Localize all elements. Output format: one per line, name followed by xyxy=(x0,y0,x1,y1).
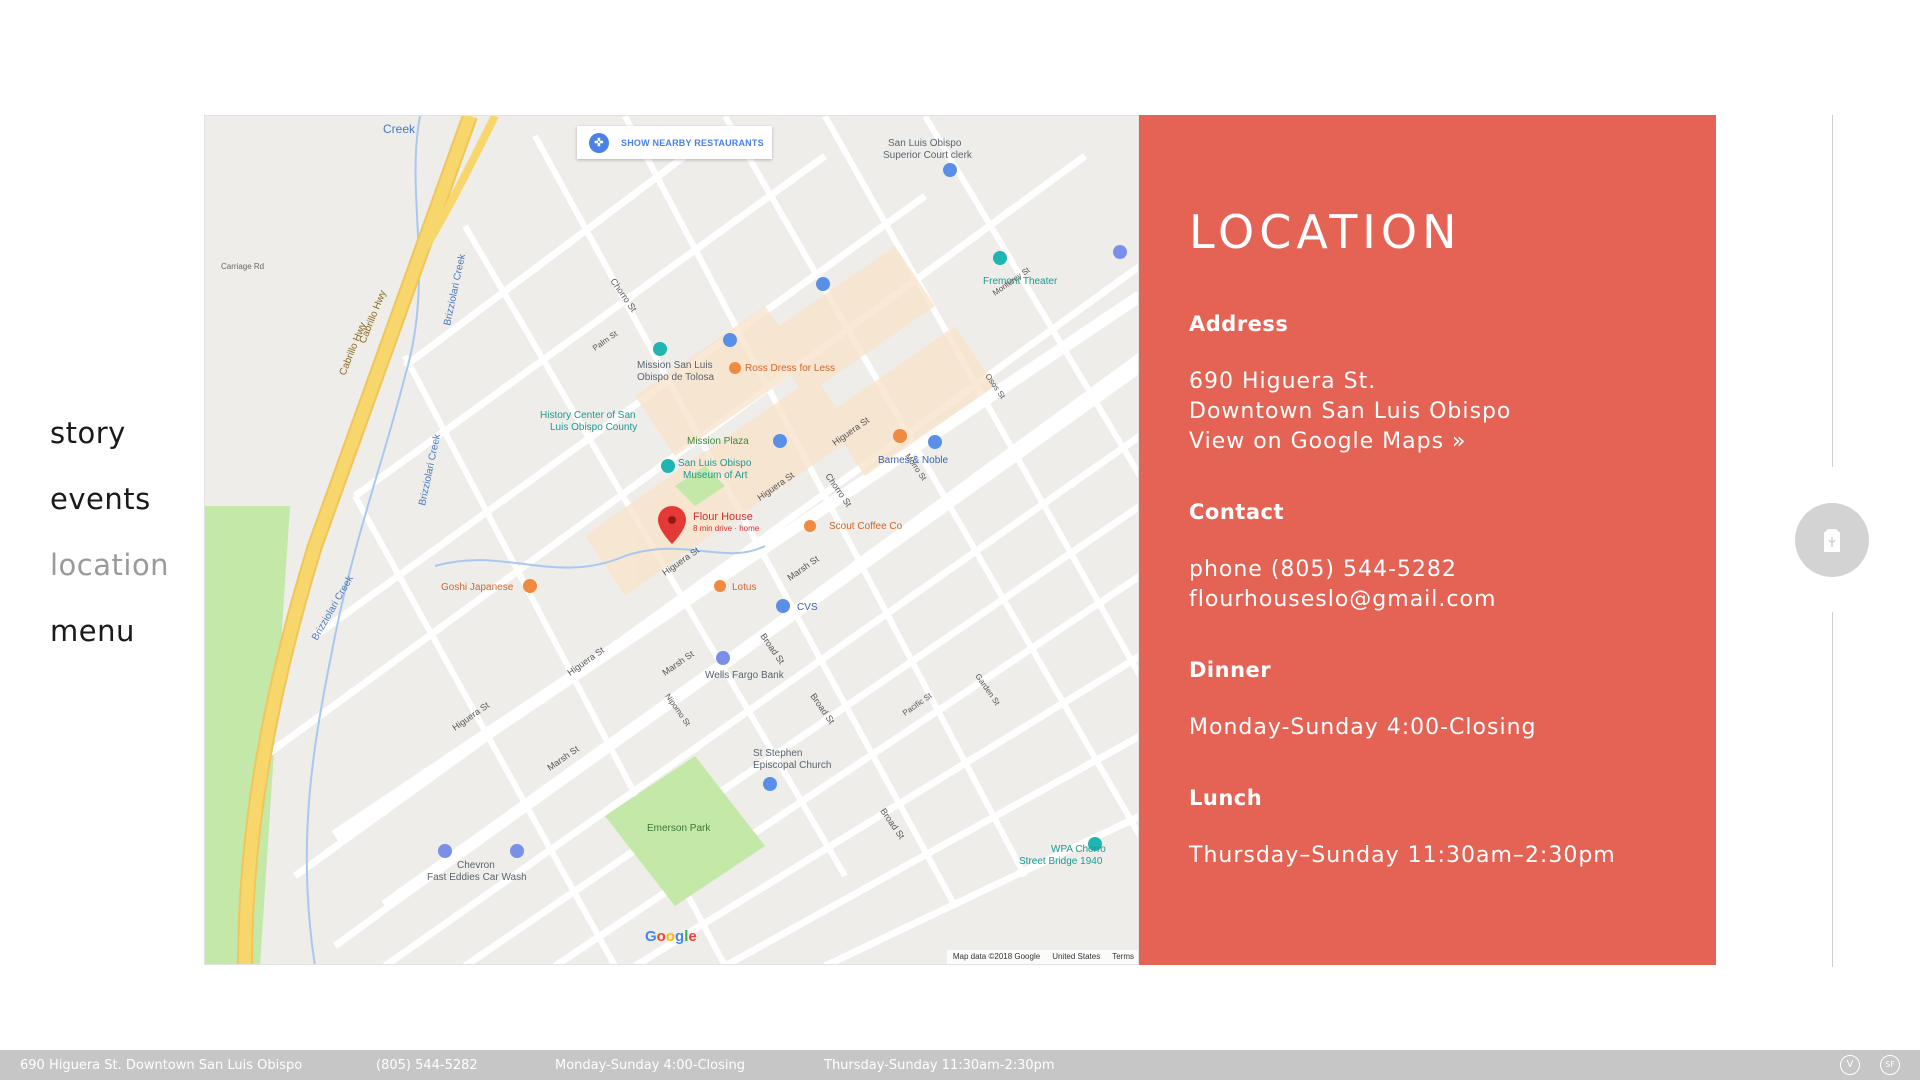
footer-phone[interactable]: (805) 544-5282 xyxy=(376,1058,478,1073)
map-label-museum1: San Luis Obispo xyxy=(678,458,752,469)
embedded-map[interactable]: Flour House 8 min drive · home Mission S… xyxy=(204,115,1139,965)
restaurant-icon: ✜ xyxy=(589,132,609,153)
map-label-fasteddies: Fast Eddies Car Wash xyxy=(427,872,527,883)
map-label-mission2: Obispo de Tolosa xyxy=(637,372,715,383)
footer-dinner-hours: Monday-Sunday 4:00-Closing xyxy=(555,1058,745,1073)
google-logo: Google xyxy=(645,928,697,945)
map-data-credit: Map data ©2018 Google xyxy=(952,952,1041,961)
contact-heading: Contact xyxy=(1189,500,1284,524)
phone-link[interactable]: phone (805) 544-5282 xyxy=(1189,555,1666,585)
location-panel: LOCATION Address 690 Higuera St. Downtow… xyxy=(1139,115,1716,965)
nav-item-location[interactable]: location xyxy=(50,532,210,598)
page-title: LOCATION xyxy=(1189,205,1462,259)
map-label-wpa1: WPA Chorro xyxy=(1051,844,1106,855)
view-on-google-maps-link[interactable]: View on Google Maps » xyxy=(1189,427,1666,457)
map-label-wpa2: Street Bridge 1940 xyxy=(1019,856,1103,867)
rail-divider-top xyxy=(1832,115,1833,467)
marker-title: Flour House xyxy=(693,511,753,523)
map-label-creek: Creek xyxy=(383,122,416,136)
contact-section: Contact phone (805) 544-5282 flourhouses… xyxy=(1189,499,1666,615)
map-label-mission: Mission San Luis xyxy=(637,360,713,371)
address-line-2: Downtown San Luis Obispo xyxy=(1189,399,1512,424)
address-section: Address 690 Higuera St. Downtown San Lui… xyxy=(1189,311,1666,457)
map-label-history2: Luis Obispo County xyxy=(550,422,637,433)
map-label-stephen2: Episcopal Church xyxy=(753,760,831,771)
map-attribution: Map data ©2018 Google United States Term… xyxy=(946,950,1138,964)
map-label-court2: Superior Court clerk xyxy=(883,150,973,161)
map-terms-link[interactable]: Terms xyxy=(1112,952,1134,964)
dinner-section: Dinner Monday-Sunday 4:00-Closing xyxy=(1189,657,1666,743)
email-link[interactable]: flourhouseslo@gmail.com xyxy=(1189,585,1666,615)
map-label-mission-plaza: Mission Plaza xyxy=(687,436,749,447)
lunch-section: Lunch Thursday–Sunday 11:30am–2:30pm xyxy=(1189,785,1666,871)
map-canvas[interactable]: Flour House 8 min drive · home Mission S… xyxy=(205,116,1139,965)
map-label-ross: Ross Dress for Less xyxy=(745,363,835,374)
nav-item-menu[interactable]: menu xyxy=(50,598,210,664)
map-label-emerson: Emerson Park xyxy=(647,823,711,834)
map-label-court1: San Luis Obispo xyxy=(888,138,962,149)
main-nav: story events location menu xyxy=(50,400,210,664)
map-label-cvs: CVS xyxy=(797,602,818,613)
nav-item-events[interactable]: events xyxy=(50,466,210,532)
lunch-heading: Lunch xyxy=(1189,786,1263,810)
address-heading: Address xyxy=(1189,312,1289,336)
nav-item-story[interactable]: story xyxy=(50,400,210,466)
map-label-lotus: Lotus xyxy=(732,582,756,593)
map-label-carriage: Carriage Rd xyxy=(221,262,264,271)
footer-address: 690 Higuera St. Downtown San Luis Obispo xyxy=(20,1058,303,1073)
dinner-heading: Dinner xyxy=(1189,658,1272,682)
side-action-button[interactable] xyxy=(1795,503,1869,577)
marker-subtitle: 8 min drive · home xyxy=(693,524,760,533)
map-label-chevron: Chevron xyxy=(457,860,495,871)
footer-bar: 690 Higuera St. Downtown San Luis Obispo… xyxy=(0,1050,1920,1080)
map-region[interactable]: United States xyxy=(1052,952,1100,964)
vimeo-icon[interactable]: V xyxy=(1840,1055,1860,1075)
show-nearby-restaurants-button[interactable]: ✜ SHOW NEARBY RESTAURANTS xyxy=(577,126,772,159)
flour-bag-icon xyxy=(1824,529,1840,552)
rail-divider-bottom xyxy=(1832,612,1833,967)
dinner-hours: Monday-Sunday 4:00-Closing xyxy=(1189,715,1537,740)
map-label-stephen1: St Stephen xyxy=(753,748,802,759)
show-nearby-restaurants-label: SHOW NEARBY RESTAURANTS xyxy=(621,137,764,148)
sf-badge-icon[interactable]: SF xyxy=(1880,1055,1900,1075)
lunch-hours: Thursday–Sunday 11:30am–2:30pm xyxy=(1189,843,1616,868)
map-label-history1: History Center of San xyxy=(540,410,636,421)
address-line-1: 690 Higuera St. xyxy=(1189,369,1377,394)
map-label-goshi: Goshi Japanese xyxy=(441,582,514,593)
map-label-wells: Wells Fargo Bank xyxy=(705,670,785,681)
map-label-museum2: Museum of Art xyxy=(683,470,748,481)
footer-lunch-hours: Thursday-Sunday 11:30am-2:30pm xyxy=(824,1058,1055,1073)
map-label-scout: Scout Coffee Co xyxy=(829,521,903,532)
